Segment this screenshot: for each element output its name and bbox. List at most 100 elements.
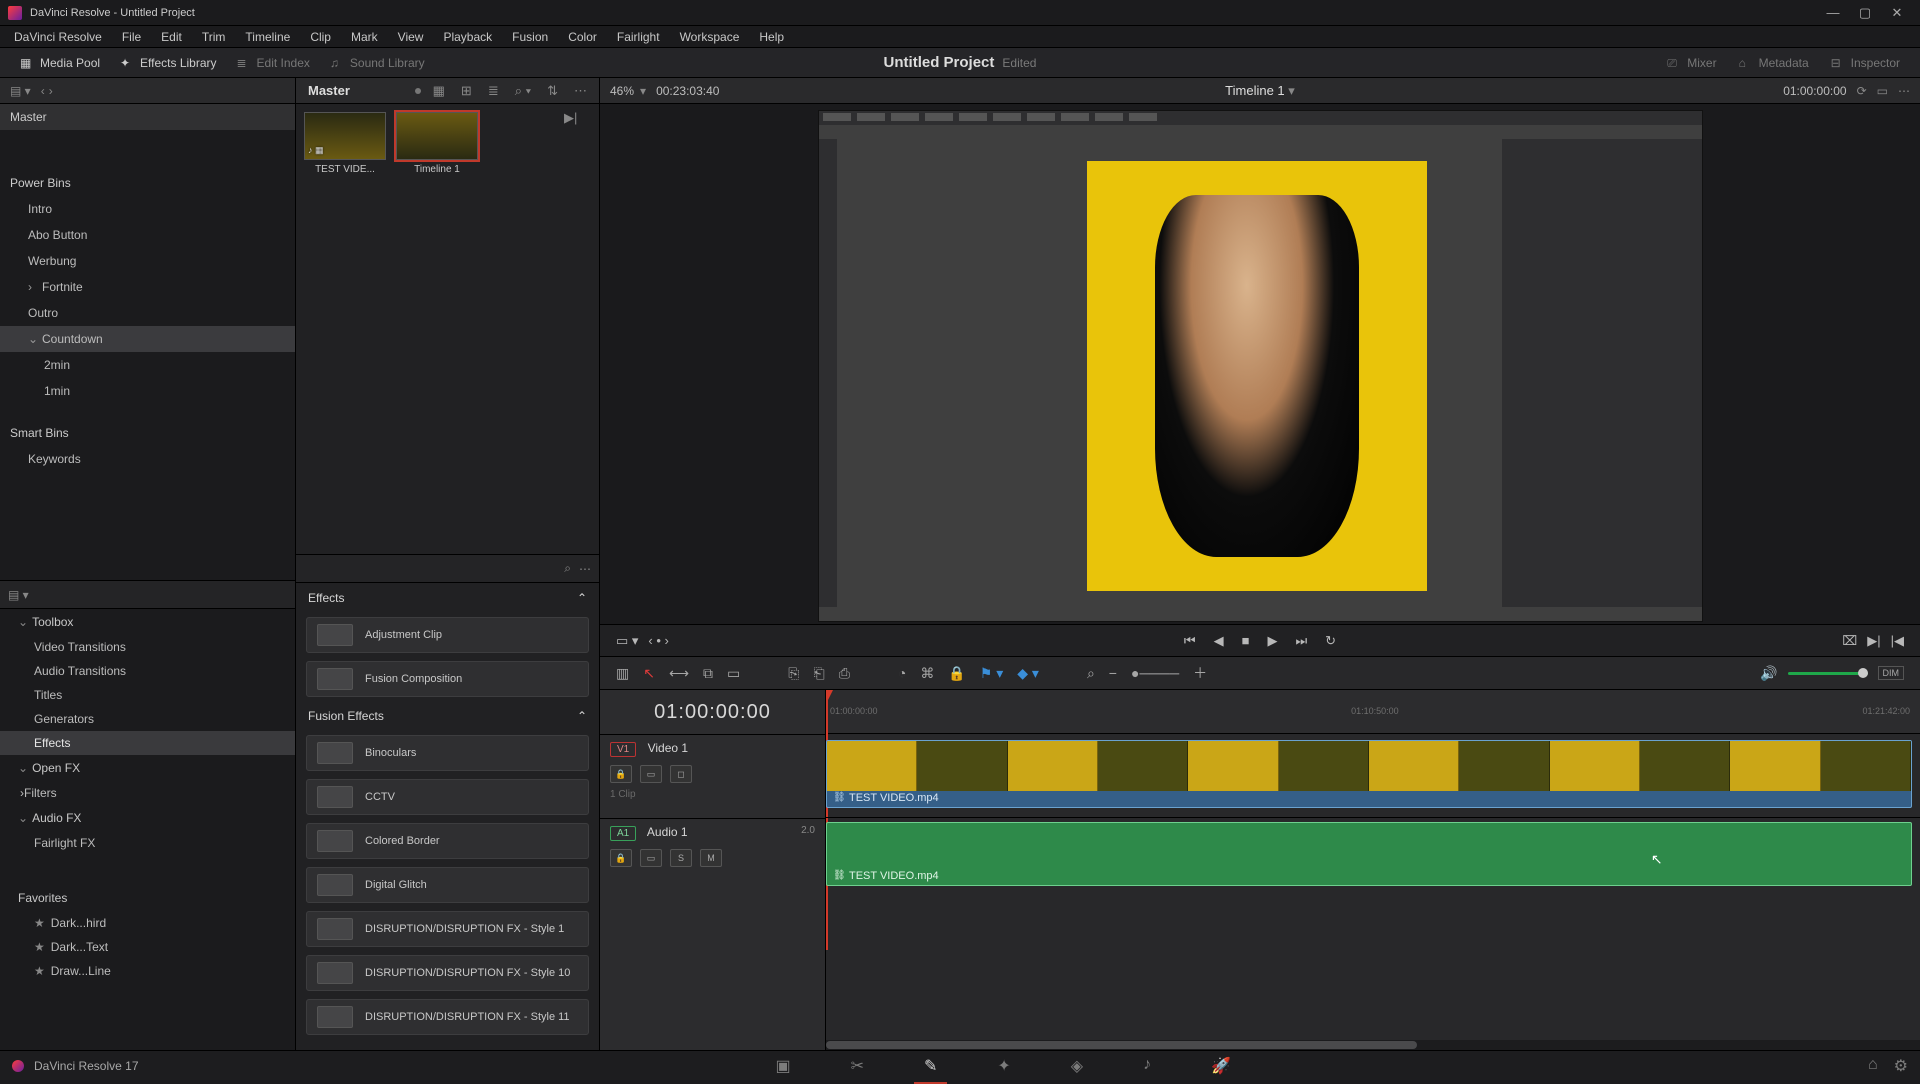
menu-item[interactable]: Fusion bbox=[502, 26, 558, 48]
match-frame-icon[interactable]: ⌧ bbox=[1842, 633, 1857, 649]
viewer-body[interactable]: ▶| bbox=[600, 104, 1920, 624]
chevron-down-icon[interactable]: ⌄ bbox=[18, 761, 28, 775]
effects-group-header[interactable]: Effects⌃ bbox=[296, 583, 599, 613]
more-icon[interactable]: ⋯ bbox=[579, 562, 591, 576]
timeline-view-icon[interactable]: ▥ bbox=[616, 665, 629, 682]
effect-row[interactable]: DISRUPTION/DISRUPTION FX - Style 10 bbox=[306, 955, 589, 991]
color-page-icon[interactable]: ◈ bbox=[1071, 1056, 1083, 1076]
zoom-slider[interactable]: ●──── bbox=[1131, 665, 1179, 681]
menu-item[interactable]: File bbox=[112, 26, 151, 48]
chevron-down-icon[interactable]: ⌄ bbox=[18, 811, 28, 825]
track-badge[interactable]: A1 bbox=[610, 826, 636, 841]
sort-icon[interactable]: ⇅ bbox=[543, 83, 562, 99]
video-track-lane[interactable]: ⛓ TEST VIDEO.mp4 bbox=[826, 734, 1920, 818]
play-button[interactable]: ▶ bbox=[1267, 633, 1277, 649]
go-start-button[interactable]: ⏮ bbox=[1184, 633, 1196, 649]
link-icon[interactable]: ⌘ bbox=[920, 665, 934, 682]
bin-item[interactable]: Intro bbox=[0, 196, 295, 222]
tree-category[interactable]: ⌄Toolbox bbox=[0, 609, 295, 635]
layout-dropdown-icon[interactable]: ▤ ▾ bbox=[10, 84, 31, 98]
effect-row[interactable]: Colored Border bbox=[306, 823, 589, 859]
track-badge[interactable]: V1 bbox=[610, 742, 636, 757]
power-bins-header[interactable]: Power Bins bbox=[0, 170, 295, 196]
track-name[interactable]: Video 1 bbox=[648, 741, 688, 755]
tree-category[interactable]: ⌄Audio FX bbox=[0, 805, 295, 831]
bin-item[interactable]: 2min bbox=[0, 352, 295, 378]
media-pool-toggle[interactable]: ▦Media Pool bbox=[10, 51, 110, 75]
cut-page-icon[interactable]: ✂ bbox=[851, 1056, 864, 1076]
tree-item[interactable]: Titles bbox=[0, 683, 295, 707]
trim-tool[interactable]: ⟷ bbox=[669, 665, 689, 682]
dynamic-trim-tool[interactable]: ⧉ bbox=[703, 665, 713, 682]
auto-select-button[interactable]: ▭ bbox=[640, 765, 662, 783]
effect-row[interactable]: Adjustment Clip bbox=[306, 617, 589, 653]
grid-view-icon[interactable]: ⊞ bbox=[457, 83, 476, 99]
audio-track-lane[interactable]: ⛓ TEST VIDEO.mp4 ↖ bbox=[826, 818, 1920, 896]
bypass-icon[interactable]: ⟳ bbox=[1857, 84, 1867, 98]
effects-group-header[interactable]: Fusion Effects⌃ bbox=[296, 701, 599, 731]
fusion-page-icon[interactable]: ✦ bbox=[997, 1056, 1010, 1076]
track-name[interactable]: Audio 1 bbox=[647, 825, 688, 839]
master-bin[interactable]: Master bbox=[0, 104, 295, 130]
menu-item[interactable]: DaVinci Resolve bbox=[4, 26, 112, 48]
effect-row[interactable]: Digital Glitch bbox=[306, 867, 589, 903]
record-timecode[interactable]: 01:00:00:00 bbox=[1783, 84, 1846, 98]
window-maximize-button[interactable]: ▢ bbox=[1850, 3, 1880, 23]
solo-button[interactable]: S bbox=[670, 849, 692, 867]
menu-item[interactable]: Help bbox=[749, 26, 794, 48]
settings-icon[interactable]: ⚙ bbox=[1894, 1056, 1908, 1076]
edit-page-icon[interactable]: ✎ bbox=[924, 1056, 937, 1076]
layout-dropdown-icon[interactable]: ▤ ▾ bbox=[8, 588, 29, 602]
auto-select-button[interactable]: ▭ bbox=[640, 849, 662, 867]
deliver-page-icon[interactable]: 🚀 bbox=[1211, 1056, 1231, 1076]
list-view-icon[interactable]: ≣ bbox=[484, 83, 503, 99]
zoom-out-icon[interactable]: − bbox=[1109, 665, 1117, 681]
effect-row[interactable]: DISRUPTION/DISRUPTION FX - Style 1 bbox=[306, 911, 589, 947]
search-icon[interactable]: ⌕ bbox=[564, 561, 571, 576]
blade-tool[interactable]: ▭ bbox=[727, 665, 740, 682]
menu-item[interactable]: Clip bbox=[300, 26, 341, 48]
lock-track-button[interactable]: 🔒 bbox=[610, 765, 632, 783]
chevron-up-icon[interactable]: ⌃ bbox=[577, 709, 587, 723]
effect-row[interactable]: DISRUPTION/DISRUPTION FX - Style 11 bbox=[306, 999, 589, 1035]
media-clip[interactable]: Timeline 1 bbox=[396, 112, 478, 175]
effects-library-toggle[interactable]: ✦Effects Library bbox=[110, 51, 226, 75]
menu-item[interactable]: Edit bbox=[151, 26, 192, 48]
menu-item[interactable]: Playback bbox=[433, 26, 502, 48]
bin-item[interactable]: Werbung bbox=[0, 248, 295, 274]
search-icon[interactable]: ⌕ ▾ bbox=[511, 83, 535, 99]
audio-clip[interactable]: ⛓ TEST VIDEO.mp4 ↖ bbox=[826, 822, 1912, 886]
tree-item[interactable]: Video Transitions bbox=[0, 635, 295, 659]
step-fwd-icon[interactable]: ▶| bbox=[1867, 633, 1880, 649]
smart-bins-header[interactable]: Smart Bins bbox=[0, 420, 295, 446]
play-icon[interactable]: ▶| bbox=[564, 110, 577, 126]
step-back-icon[interactable]: |◀ bbox=[1891, 633, 1904, 649]
menu-item[interactable]: View bbox=[388, 26, 434, 48]
timeline-timecode[interactable]: 01:00:00:00 bbox=[600, 690, 825, 734]
window-close-button[interactable]: ✕ bbox=[1882, 3, 1912, 23]
chevron-down-icon[interactable]: ▾ bbox=[640, 84, 646, 98]
thumbnails-view-icon[interactable]: ▦ bbox=[429, 83, 449, 99]
lock-track-button[interactable]: 🔒 bbox=[610, 849, 632, 867]
retime-icon[interactable]: ◔ bbox=[898, 665, 906, 681]
replace-clip-icon[interactable]: ⎙ bbox=[839, 665, 850, 682]
home-icon[interactable]: ⌂ bbox=[1868, 1056, 1878, 1076]
more-icon[interactable]: ⋯ bbox=[570, 83, 591, 99]
menu-item[interactable]: Workspace bbox=[670, 26, 750, 48]
tree-item[interactable]: Fairlight FX bbox=[0, 831, 295, 855]
favorite-item[interactable]: ★Draw...Line bbox=[0, 959, 295, 983]
zoom-in-icon[interactable]: ＋ bbox=[1193, 663, 1207, 683]
bin-item[interactable]: ⌄Countdown bbox=[0, 326, 295, 352]
insert-clip-icon[interactable]: ⎘ bbox=[788, 665, 799, 682]
favorites-header[interactable]: Favorites bbox=[0, 885, 295, 911]
nav-fwd-icon[interactable]: › bbox=[49, 84, 53, 98]
favorite-item[interactable]: ★Dark...Text bbox=[0, 935, 295, 959]
chevron-right-icon[interactable]: › bbox=[28, 280, 38, 294]
bin-item[interactable]: 1min bbox=[0, 378, 295, 404]
flag-icon[interactable]: ⚑ ▾ bbox=[980, 665, 1003, 682]
stop-button[interactable]: ■ bbox=[1242, 633, 1250, 648]
audio-track-header[interactable]: A1 Audio 1 2.0 🔒 ▭ S M bbox=[600, 818, 825, 902]
step-back-button[interactable]: ◀ bbox=[1214, 633, 1224, 649]
viewer-zoom[interactable]: 46% bbox=[610, 84, 634, 98]
inspector-toggle[interactable]: ⊟Inspector bbox=[1821, 51, 1910, 75]
